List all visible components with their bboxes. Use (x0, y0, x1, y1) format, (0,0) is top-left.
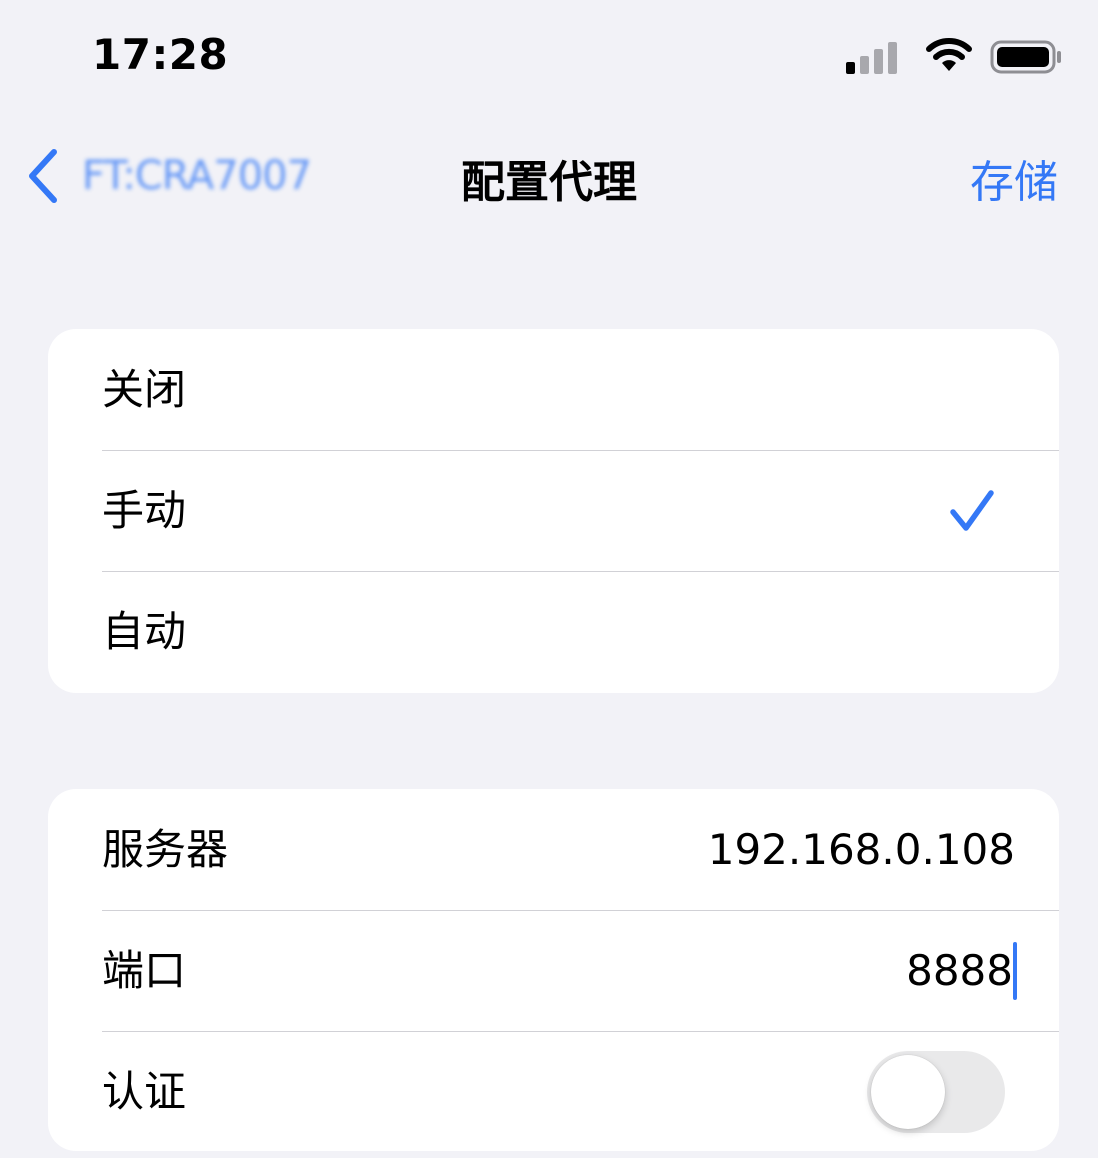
auth-row: 认证 (48, 1031, 1059, 1151)
proxy-mode-manual-label: 手动 (102, 486, 187, 535)
save-button[interactable]: 存储 (970, 146, 1058, 210)
auth-toggle[interactable] (867, 1051, 1005, 1133)
auth-toggle-knob (871, 1055, 945, 1129)
wifi-icon (926, 38, 972, 71)
server-label: 服务器 (102, 825, 229, 874)
text-cursor (1013, 941, 1017, 1000)
cellular-signal-icon (846, 38, 900, 74)
server-field[interactable]: 192.168.0.108 (708, 789, 1015, 910)
proxy-mode-group: 关闭 手动 自动 (48, 329, 1059, 693)
page-title: 配置代理 (461, 157, 637, 208)
auth-label: 认证 (102, 1067, 187, 1116)
proxy-mode-auto-label: 自动 (102, 607, 187, 656)
port-label: 端口 (102, 946, 187, 995)
status-time: 17:28 (92, 30, 229, 79)
checkmark-icon (950, 490, 994, 531)
proxy-mode-off-label: 关闭 (102, 365, 187, 414)
port-value: 8888 (906, 946, 1013, 995)
port-row[interactable]: 端口 8888 (48, 910, 1059, 1031)
proxy-mode-off-row[interactable]: 关闭 (48, 329, 1059, 450)
proxy-detail-group: 服务器 192.168.0.108 端口 8888 认证 (48, 789, 1059, 1151)
proxy-mode-auto-row[interactable]: 自动 (48, 571, 1059, 692)
server-row[interactable]: 服务器 192.168.0.108 (48, 789, 1059, 910)
proxy-mode-manual-row[interactable]: 手动 (48, 450, 1059, 571)
port-field[interactable]: 8888 (906, 910, 1017, 1031)
proxy-settings-screen: 17:28 FT:CRA7007 配置代理 存储 关闭 手动 自动 服务器 19… (0, 0, 1098, 1158)
battery-icon (990, 40, 1061, 74)
